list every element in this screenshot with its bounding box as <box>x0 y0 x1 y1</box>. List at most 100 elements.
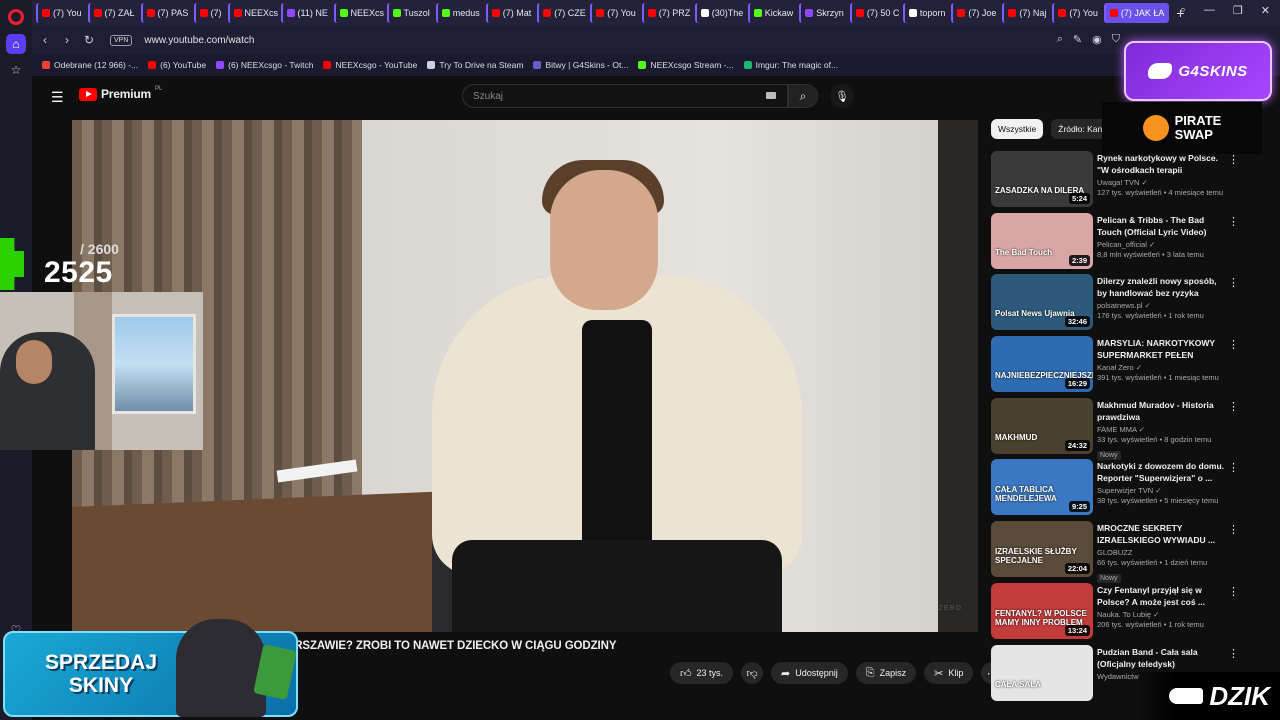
save-button[interactable]: ⎘ Zapisz <box>855 662 917 684</box>
recommendation-title[interactable]: Czy Fentanyl przyjął się w Polsce? A moż… <box>1097 584 1225 608</box>
recommendation-title[interactable]: Dilerzy znaleźli nowy sposób, by handlow… <box>1097 275 1225 299</box>
browser-tab[interactable]: Kickaw <box>747 3 799 23</box>
bookmark-item[interactable]: Bitwy | G4Skins - Ot... <box>533 60 628 70</box>
shield-icon[interactable]: ⛉ <box>1112 33 1120 46</box>
reload-icon[interactable]: ↻ <box>78 33 100 47</box>
recommendation-item[interactable]: Polsat News Ujawnia 32:46 Dilerzy znaleźli… <box>991 272 1241 334</box>
browser-tab[interactable]: Tuszol <box>386 3 435 23</box>
browser-tab[interactable]: NEEXcs <box>227 3 280 23</box>
recommendation-title[interactable]: MROCZNE SEKRETY IZRAELSKIEGO WYWIADU ... <box>1097 522 1225 546</box>
youtube-logo[interactable]: Premium PL <box>79 86 162 101</box>
video-thumbnail[interactable]: MAKHMUD 24:32 <box>991 397 1093 454</box>
browser-tab[interactable]: (7) You <box>590 3 641 23</box>
more-vert-icon[interactable]: ⋮ <box>1228 215 1239 228</box>
browser-tab[interactable]: (7) Mat <box>485 3 537 23</box>
close-icon[interactable]: ✕ <box>1261 4 1270 17</box>
more-vert-icon[interactable]: ⋮ <box>1228 461 1239 474</box>
recommendation-title[interactable]: Pelican & Tribbs - The Bad Touch (Offici… <box>1097 214 1225 238</box>
voice-search-button[interactable]: 🎙 <box>830 84 854 108</box>
video-player[interactable]: ZERO <box>72 120 978 632</box>
video-thumbnail[interactable]: The Bad Touch 2:39 <box>991 212 1093 269</box>
video-thumbnail[interactable]: FENTANYL? W POLSCE MAMY INNY PROBLEM 13:2… <box>991 582 1093 639</box>
like-button[interactable]: 👍︎ 23 tys. <box>670 662 734 684</box>
bookmark-item[interactable]: (6) YouTube <box>148 60 206 70</box>
channel-name[interactable]: Uwaga! TVN ✓ <box>1097 178 1225 187</box>
browser-tab[interactable]: (7) You <box>1052 3 1103 23</box>
browser-tab[interactable]: (7) 50 C <box>849 3 902 23</box>
more-vert-icon[interactable]: ⋮ <box>1228 338 1239 351</box>
more-vert-icon[interactable]: ⋮ <box>1228 647 1239 660</box>
video-thumbnail[interactable]: Polsat News Ujawnia 32:46 <box>991 274 1093 331</box>
recommendation-item[interactable]: IZRAELSKIE SŁUŻBY SPECJALNE 22:04 MROCZNE … <box>991 519 1241 584</box>
url-field[interactable]: www.youtube.com/watch <box>144 35 254 46</box>
channel-name[interactable]: polsatnews.pl ✓ <box>1097 301 1225 310</box>
channel-name[interactable]: Kanał Zero ✓ <box>1097 363 1225 372</box>
browser-tab[interactable]: medus <box>435 3 485 23</box>
more-vert-icon[interactable]: ⋮ <box>1228 153 1239 166</box>
browser-tab[interactable]: (7) PRZ <box>641 3 694 23</box>
recommendation-item[interactable]: MAKHMUD 24:32 Makhmud Muradov - Historia p… <box>991 396 1241 460</box>
recommendation-item[interactable]: ZASADZKA NA DILERA 5:24 Rynek narkotykowy … <box>991 149 1241 211</box>
recommendation-item[interactable]: CAŁA TABLICA MENDELEJEWA 9:25 Narkotyki z … <box>991 457 1241 519</box>
search-icon[interactable]: ⌕ <box>1057 33 1063 46</box>
browser-tab[interactable]: toporn <box>902 3 951 23</box>
browser-tab[interactable]: (7) ZAŁ <box>87 3 140 23</box>
video-thumbnail[interactable]: NAJNIEBEZPIECZNIEJSZE 16:29 <box>991 336 1093 393</box>
bookmark-item[interactable]: Try To Drive na Steam <box>427 60 523 70</box>
home-icon[interactable]: ⌂ <box>6 34 26 54</box>
video-thumbnail[interactable]: CAŁA TABLICA MENDELEJEWA 9:25 <box>991 459 1093 516</box>
search-button[interactable]: ⌕ <box>788 84 818 108</box>
browser-tab[interactable]: (30)The <box>694 3 747 23</box>
recommendation-title[interactable]: Makhmud Muradov - Historia prawdziwa <box>1097 399 1225 423</box>
minimize-icon[interactable]: — <box>1204 4 1215 17</box>
menu-icon[interactable]: ☰ <box>51 89 64 106</box>
browser-tab[interactable]: (7) CZE <box>537 3 589 23</box>
bookmark-item[interactable]: Odebrane (12 966) -... <box>42 60 138 70</box>
keyboard-icon[interactable] <box>766 92 776 99</box>
more-vert-icon[interactable]: ⋮ <box>1228 400 1239 413</box>
channel-name[interactable]: Superwizjer TVN ✓ <box>1097 486 1225 495</box>
browser-tab[interactable]: NEEXcs <box>333 3 386 23</box>
bookmark-item[interactable]: Imgur: The magic of... <box>743 60 838 70</box>
recommendation-item[interactable]: FENTANYL? W POLSCE MAMY INNY PROBLEM 13:2… <box>991 581 1241 643</box>
channel-name[interactable]: Pelican_official ✓ <box>1097 240 1225 249</box>
search-input[interactable] <box>463 85 787 107</box>
more-vert-icon[interactable]: ⋮ <box>1228 585 1239 598</box>
back-icon[interactable]: ‹ <box>34 33 56 47</box>
more-vert-icon[interactable]: ⋮ <box>1228 523 1239 536</box>
browser-tab[interactable]: (7) <box>193 3 227 23</box>
browser-tab[interactable]: (7) Joe <box>951 3 1001 23</box>
browser-tab[interactable]: Skrzyn <box>799 3 849 23</box>
more-vert-icon[interactable]: ⋮ <box>1228 276 1239 289</box>
camera-icon[interactable]: ◉ <box>1092 33 1102 46</box>
browser-tab[interactable]: (7) PAS <box>140 3 193 23</box>
video-thumbnail[interactable]: CAŁA SALA <box>991 644 1093 701</box>
recommendation-title[interactable]: Narkotyki z dowozem do domu. Reporter "S… <box>1097 460 1225 484</box>
bookmark-item[interactable]: NEEXcsgo - YouTube <box>323 60 417 70</box>
edit-icon[interactable]: ✎ <box>1073 33 1082 46</box>
browser-tab[interactable]: (7) JAK ŁA <box>1103 3 1170 23</box>
browser-tab[interactable]: (11) NE <box>280 3 333 23</box>
channel-name[interactable]: FAME MMA ✓ <box>1097 425 1225 434</box>
clip-button[interactable]: ✂ Klip <box>924 662 974 684</box>
bookmark-item[interactable]: NEEXcsgo Stream -... <box>638 60 734 70</box>
star-icon[interactable]: ☆ <box>6 60 26 80</box>
video-thumbnail[interactable]: IZRAELSKIE SŁUŻBY SPECJALNE 22:04 <box>991 521 1093 578</box>
vpn-badge[interactable]: VPN <box>110 34 133 46</box>
recommendation-title[interactable]: Rynek narkotykowy w Polsce. "W ośrodkach… <box>1097 152 1225 176</box>
search-tabs-icon[interactable]: ⌕ <box>1180 4 1186 17</box>
bookmark-item[interactable]: (6) NEEXcsgo - Twitch <box>216 60 313 70</box>
recommendation-title[interactable]: Pudzian Band - Cała sala (Oficjalny tele… <box>1097 646 1225 670</box>
recommendation-item[interactable]: NAJNIEBEZPIECZNIEJSZE 16:29 MARSYLIA: NARK… <box>991 334 1241 396</box>
channel-name[interactable]: GLOBUZZ <box>1097 548 1225 557</box>
chip-all[interactable]: Wszystkie <box>991 119 1044 139</box>
browser-tab[interactable]: (7) You <box>36 3 87 23</box>
dislike-button[interactable]: 👎︎ <box>741 662 764 684</box>
opera-logo-icon[interactable] <box>8 9 24 25</box>
recommendation-title[interactable]: MARSYLIA: NARKOTYKOWY SUPERMARKET PEŁEN … <box>1097 337 1225 361</box>
browser-tab[interactable]: (7) Naj <box>1002 3 1051 23</box>
share-button[interactable]: ➦ Udostępnij <box>771 662 848 684</box>
channel-name[interactable]: Nauka. To Lubię ✓ <box>1097 610 1225 619</box>
recommendation-item[interactable]: The Bad Touch 2:39 Pelican & Tribbs - The … <box>991 211 1241 273</box>
forward-icon[interactable]: › <box>56 33 78 47</box>
